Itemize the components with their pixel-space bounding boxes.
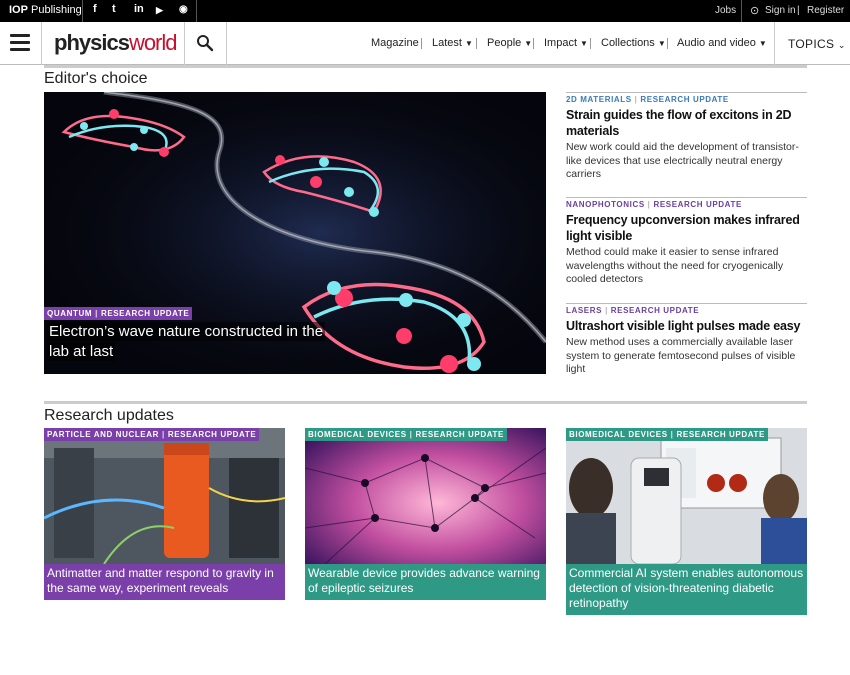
story-description: Method could make it easier to sense inf… (566, 246, 784, 286)
physicsworld-logo[interactable]: physicsworld (54, 30, 178, 56)
card-caption[interactable]: Wearable device provides advance warning… (305, 564, 546, 600)
caret-down-icon: ▼ (524, 39, 533, 48)
divider (41, 22, 42, 65)
topics-menu[interactable]: TOPICS ⌄ (788, 37, 846, 51)
caret-down-icon: ▼ (464, 39, 473, 48)
story-description: New work could aid the development of tr… (566, 141, 799, 181)
section-rule (44, 65, 807, 68)
divider (196, 0, 197, 22)
research-card-2[interactable]: BIOMEDICAL DEVICES | RESEARCH UPDATE Weara… (305, 428, 546, 600)
nav-item-people[interactable]: People ▼ (487, 37, 532, 49)
card-caption[interactable]: Commercial AI system enables autonomous … (566, 564, 807, 615)
nav-divider (667, 38, 668, 49)
jobs-link[interactable]: Jobs (715, 5, 736, 16)
story-title[interactable]: Frequency upconversion makes infrared li… (566, 212, 807, 244)
hamburger-menu-icon[interactable] (10, 34, 30, 52)
twitter-icon[interactable]: t (112, 3, 116, 15)
hero-category-tag[interactable]: QUANTUM | RESEARCH UPDATE (44, 307, 193, 320)
nav-item-collections[interactable]: Collections ▼ (601, 37, 666, 49)
nav-item-latest[interactable]: Latest ▼ (432, 37, 473, 49)
card-caption[interactable]: Antimatter and matter respond to gravity… (44, 564, 285, 600)
card-category-tag[interactable]: PARTICLE AND NUCLEAR | RESEARCH UPDATE (44, 428, 260, 441)
story-category[interactable]: 2D MATERIALS | RESEARCH UPDATE (566, 95, 807, 104)
chevron-down-icon: ⌄ (837, 40, 846, 50)
caret-down-icon: ▼ (580, 39, 588, 48)
research-card-3[interactable]: BIOMEDICAL DEVICES | RESEARCH UPDATE Comme… (566, 428, 807, 615)
caret-down-icon: ▼ (657, 39, 666, 48)
divider (741, 0, 742, 22)
research-card-1[interactable]: PARTICLE AND NUCLEAR | RESEARCH UPDATE Ant… (44, 428, 285, 600)
story-title[interactable]: Strain guides the flow of excitons in 2D… (566, 107, 807, 139)
divider (226, 22, 227, 65)
side-story-1[interactable]: 2D MATERIALS | RESEARCH UPDATE Strain guid… (566, 92, 807, 182)
side-story-2[interactable]: NANOPHOTONICS | RESEARCH UPDATE Frequency … (566, 197, 807, 287)
nav-item-magazine[interactable]: Magazine (371, 37, 419, 49)
nav-item-impact[interactable]: Impact ▼ (544, 37, 588, 49)
story-title[interactable]: Ultrashort visible light pulses made eas… (566, 318, 807, 334)
register-link[interactable]: Register (807, 5, 844, 16)
search-icon[interactable] (196, 34, 214, 52)
top-utility-bar: IOP Publishing f t in ▶ ◉ Jobs ⊙ Sign in… (0, 0, 850, 22)
nav-divider (476, 38, 477, 49)
sign-in-link[interactable]: Sign in (765, 5, 796, 16)
nav-item-audio-and-video[interactable]: Audio and video ▼ (677, 37, 767, 49)
divider (184, 22, 185, 65)
side-story-3[interactable]: LASERS | RESEARCH UPDATE Ultrashort visibl… (566, 303, 807, 377)
linkedin-icon[interactable]: in (134, 3, 144, 15)
hero-feature-card[interactable]: QUANTUM | RESEARCH UPDATE Electron’s wave … (44, 92, 546, 374)
card-image-neural-network (305, 428, 546, 564)
card-image-retinal-scanner (566, 428, 807, 564)
card-image-antimatter-lab (44, 428, 285, 564)
caret-down-icon: ▼ (758, 39, 767, 48)
rss-icon[interactable]: ◉ (179, 4, 188, 15)
hero-headline[interactable]: Electron’s wave nature constructed in th… (47, 322, 326, 362)
nav-divider (590, 38, 591, 49)
story-category[interactable]: NANOPHOTONICS | RESEARCH UPDATE (566, 200, 807, 209)
user-icon[interactable]: ⊙ (750, 4, 759, 17)
nav-divider (421, 38, 422, 49)
section-rule (44, 401, 807, 404)
card-category-tag[interactable]: BIOMEDICAL DEVICES | RESEARCH UPDATE (566, 428, 768, 441)
divider (774, 22, 775, 65)
card-category-tag[interactable]: BIOMEDICAL DEVICES | RESEARCH UPDATE (305, 428, 507, 441)
section-title-editors-choice: Editor's choice (44, 70, 148, 87)
section-title-research-updates: Research updates (44, 407, 174, 424)
iop-publishing-logo[interactable]: IOP Publishing (9, 4, 82, 16)
youtube-icon[interactable]: ▶ (156, 5, 163, 16)
nav-divider (533, 38, 534, 49)
story-description: New method uses a commercially available… (566, 336, 796, 376)
divider (82, 0, 83, 22)
facebook-icon[interactable]: f (93, 3, 97, 15)
main-navigation: physicsworld Magazine Latest ▼ People ▼ Im… (0, 22, 850, 65)
link-separator: | (797, 5, 800, 16)
story-category[interactable]: LASERS | RESEARCH UPDATE (566, 306, 807, 315)
